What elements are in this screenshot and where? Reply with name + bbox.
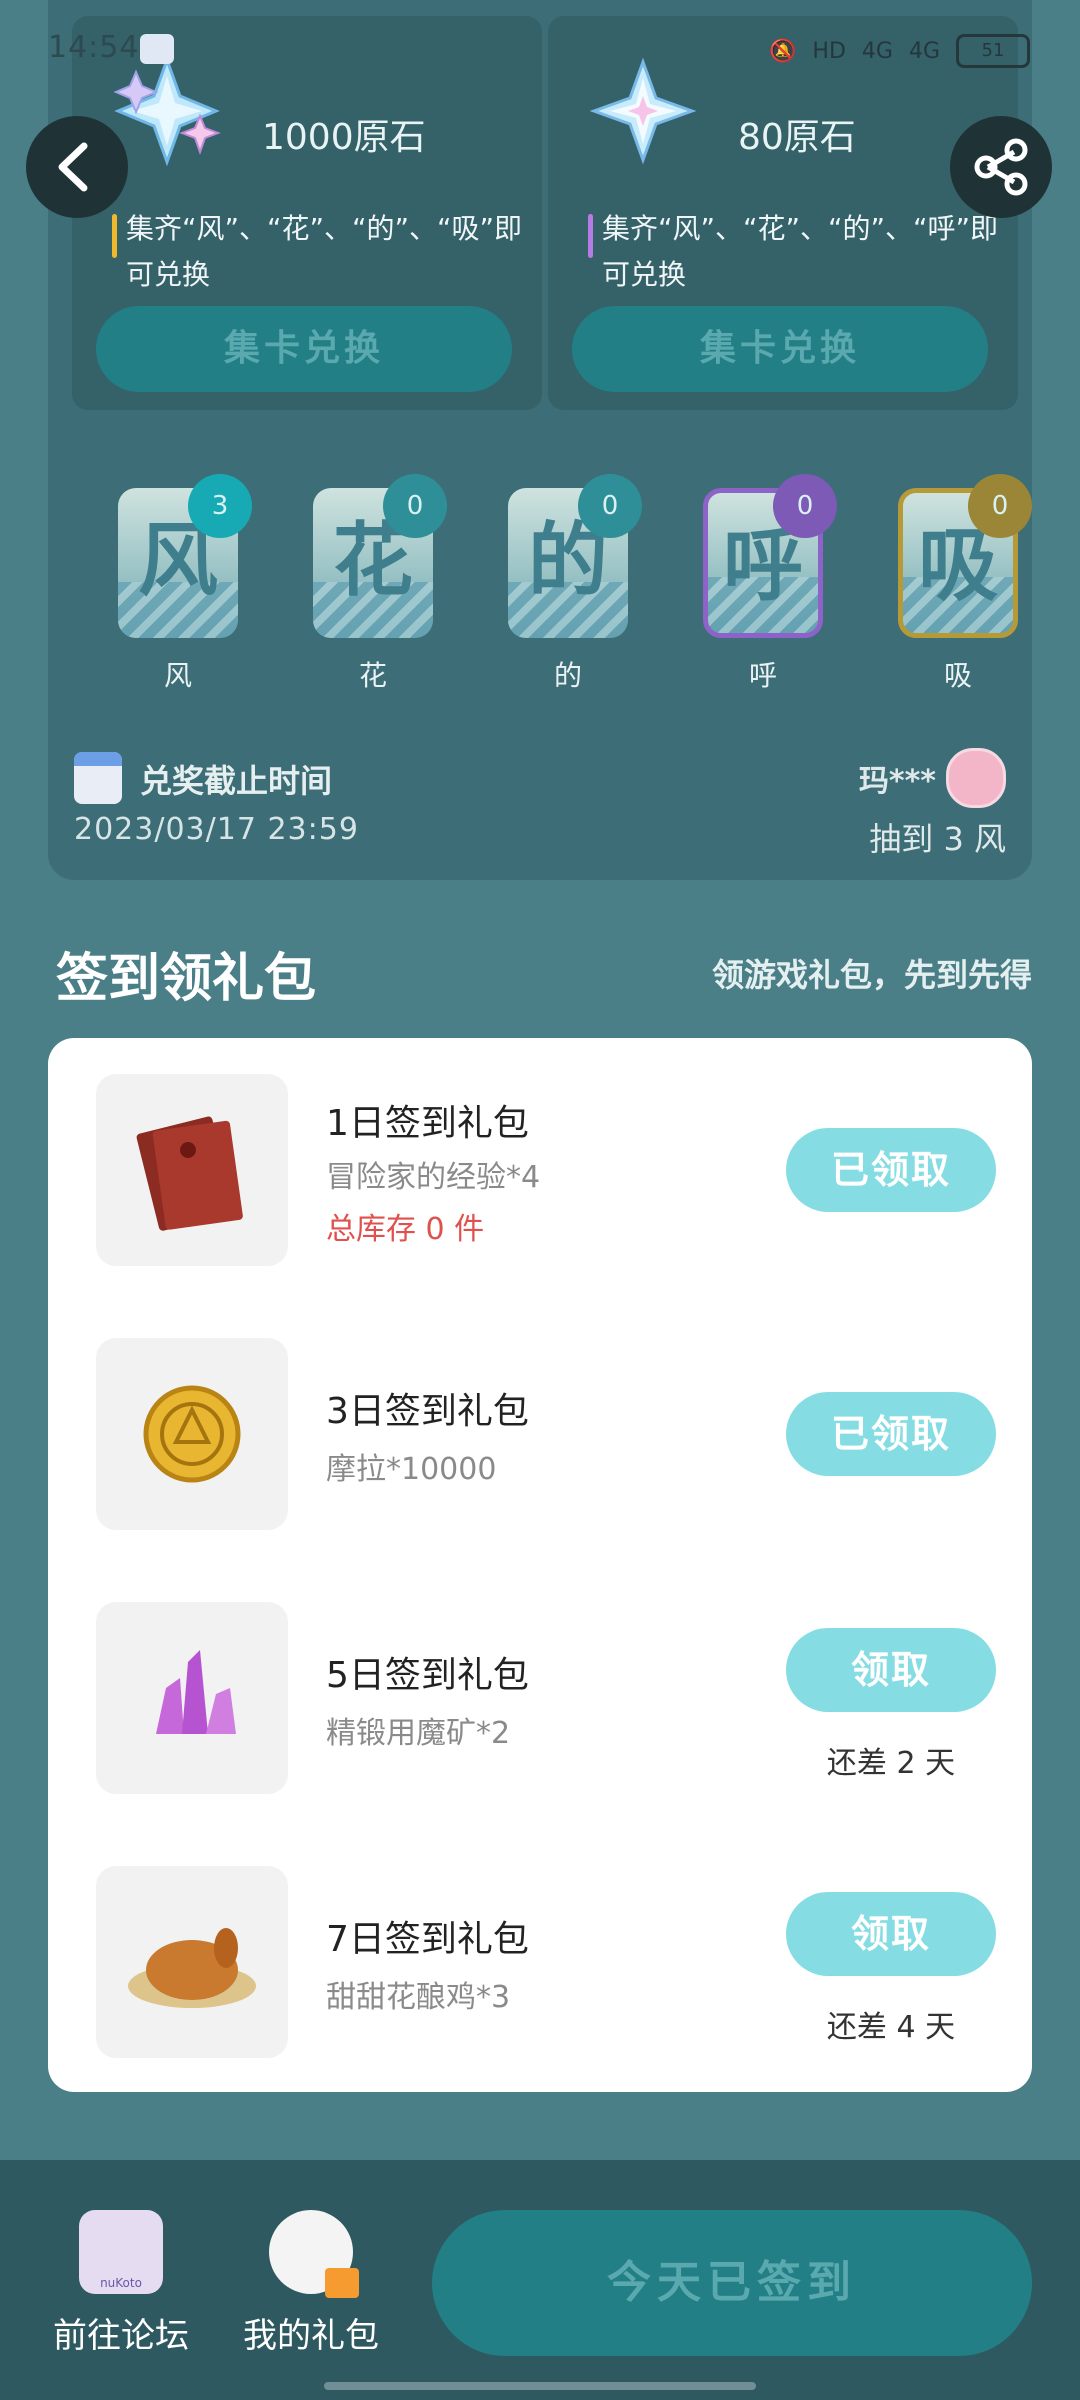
gift-name: 7日签到礼包 [326,1919,529,1960]
signed-today-button[interactable]: 今天已签到 [432,2210,1032,2356]
gift-thumbnail [96,1866,288,2058]
accent-bar [588,214,593,258]
card-count-badge: 0 [578,474,642,538]
deadline-date: 2023/03/17 23:59 [74,812,359,847]
claim-button[interactable]: 领取 [786,1892,996,1976]
card-name: 风 [163,659,192,692]
battery-icon: 51 [956,34,1030,68]
gift-name: 1日签到礼包 [326,1103,529,1144]
gift-thumbnail [96,1602,288,1794]
gift-thumbnail [96,1338,288,1530]
card-count-badge: 0 [968,474,1032,538]
deadline-label: 兑奖截止时间 [140,762,333,800]
mute-icon: 🔕 [769,38,797,64]
reward-desc-text: 集齐“风”、“花”、“的”、“呼”即可兑换 [602,212,999,291]
calendar-icon [74,752,122,804]
back-arrow-icon [58,142,88,192]
gift-item: 冒险家的经验*4 [326,1160,541,1195]
signal-icon: 4G [861,38,893,64]
card-name: 吸 [943,659,972,692]
bottom-bar: nuKoto 前往论坛 我的礼包 今天已签到 [0,2160,1080,2400]
status-time: 14:54 [48,30,140,65]
signal-icon: 4G [908,38,940,64]
my-gifts-button[interactable]: 我的礼包 [216,2210,406,2357]
status-icons: 🔕 HD 4G 4G 51 [769,34,1030,68]
my-gifts-label: 我的礼包 [243,2316,379,2356]
gift-item: 精锻用魔矿*2 [326,1716,511,1751]
collect-exchange-button[interactable]: 集卡兑换 [96,306,512,392]
days-remaining: 还差 2 天 [826,1746,956,1781]
reward-desc-text: 集齐“风”、“花”、“的”、“吸”即可兑换 [126,212,523,291]
character-cards-row: 3 风 风 0 花 花 0 的 的 0 呼 呼 0 吸 吸 [118,474,1032,694]
avatar-caption: nuKoto [100,2276,142,2290]
gift-box-icon [269,2210,359,2298]
gift-item: 甜甜花酿鸡*3 [326,1980,511,2015]
hd-icon: HD [812,38,846,64]
card-name: 呼 [748,659,777,692]
days-remaining: 还差 4 天 [826,2010,956,2045]
claimed-button[interactable]: 已领取 [786,1392,996,1476]
roast-chicken-icon [128,1928,256,2008]
card-name: 花 [358,659,387,692]
card-hua[interactable]: 0 花 花 [313,474,447,694]
gift-list: 1日签到礼包 冒险家的经验*4 总库存 0 件 已领取 3日签到礼包 摩拉*10… [48,1038,1032,2092]
gift-item: 摩拉*10000 [326,1452,497,1487]
forum-avatar-icon: nuKoto [79,2210,163,2294]
winner-name: 玛*** [858,764,936,799]
gift-name: 3日签到礼包 [326,1391,529,1432]
mora-coin-icon [143,1385,241,1483]
reward-title: 1000原石 [262,117,426,158]
exchange-panel: 1000原石 集齐“风”、“花”、“的”、“吸”即可兑换 集卡兑换 80原石 集… [48,0,1032,880]
card-name: 的 [553,659,582,692]
card-count-badge: 0 [383,474,447,538]
forum-button[interactable]: nuKoto 前往论坛 [26,2210,216,2357]
claimed-button[interactable]: 已领取 [786,1128,996,1212]
list-item: 1日签到礼包 冒险家的经验*4 总库存 0 件 已领取 [96,1074,996,1268]
back-button[interactable] [26,116,128,218]
card-count-badge: 0 [773,474,837,538]
crystal-ore-icon [156,1650,236,1734]
share-icon [974,138,1028,196]
avatar [946,748,1006,808]
reward-description: 集齐“风”、“花”、“的”、“呼”即可兑换 [588,206,1002,298]
gift-stock: 总库存 0 件 [326,1212,485,1247]
forum-label: 前往论坛 [53,2316,189,2356]
accent-bar [112,214,117,258]
card-de[interactable]: 0 的 的 [508,474,642,694]
card-xi[interactable]: 0 吸 吸 [898,474,1032,694]
reward-description: 集齐“风”、“花”、“的”、“吸”即可兑换 [112,206,526,298]
list-item: 5日签到礼包 精锻用魔矿*2 领取 还差 2 天 [96,1602,996,1796]
gift-thumbnail [96,1074,288,1266]
gift-name: 5日签到礼包 [326,1655,529,1696]
winner-message: 抽到 3 风 [869,820,1006,858]
list-item: 7日签到礼包 甜甜花酿鸡*3 领取 还差 4 天 [96,1866,996,2060]
card-count-badge: 3 [188,474,252,538]
collect-exchange-button[interactable]: 集卡兑换 [572,306,988,392]
home-indicator[interactable] [324,2382,756,2390]
claim-button[interactable]: 领取 [786,1628,996,1712]
app-notification-icon [140,34,174,64]
book-icon [136,1116,243,1231]
reward-title: 80原石 [738,117,856,158]
card-feng[interactable]: 3 风 风 [118,474,252,694]
status-bar: 14:54 🔕 HD 4G 4G 51 [0,0,1080,100]
checkin-title: 签到领礼包 [56,949,317,1009]
checkin-subtitle: 领游戏礼包，先到先得 [711,956,1032,994]
card-hu[interactable]: 0 呼 呼 [703,474,837,694]
list-item: 3日签到礼包 摩拉*10000 已领取 [96,1338,996,1532]
share-button[interactable] [950,116,1052,218]
